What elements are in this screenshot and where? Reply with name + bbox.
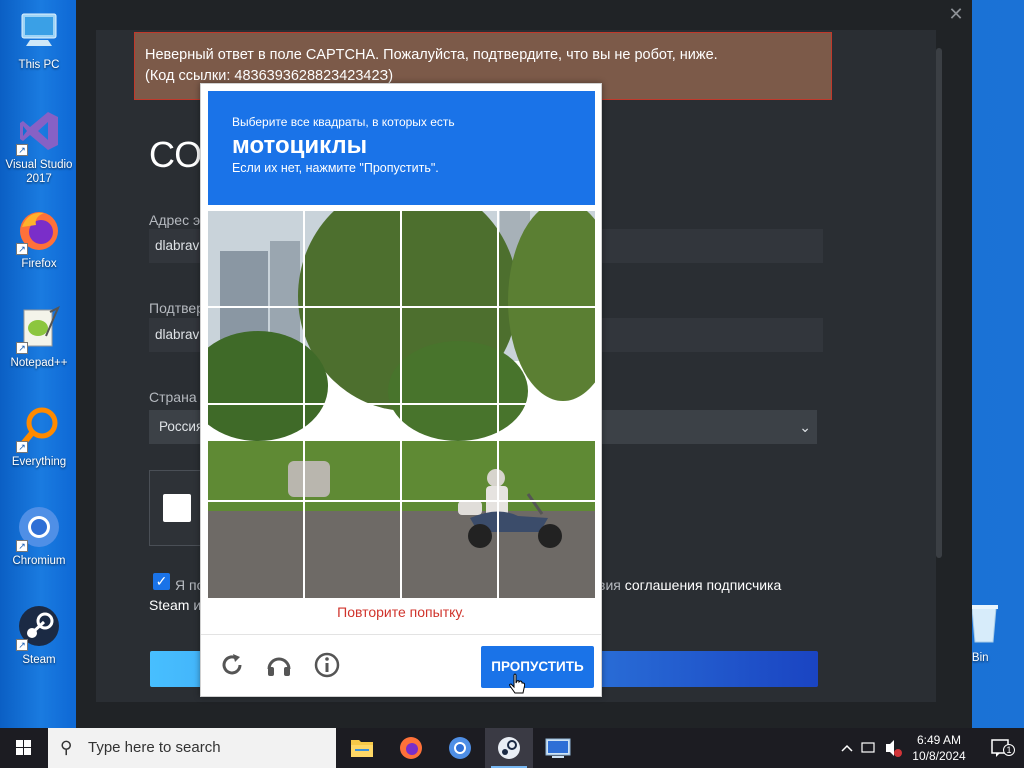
taskbar: ⚲ Type here to search 6:49 AM 10/8/2024 … [0,728,1024,768]
desktop-icon-visual-studio[interactable]: ↗ Visual Studio 2017 [1,108,77,186]
captcha-tile[interactable] [402,502,498,598]
headphones-icon[interactable] [265,651,293,679]
chevron-down-icon: ⌄ [799,419,811,435]
windows-logo-icon [16,740,31,755]
notification-count: 1 [1003,744,1015,756]
clock-time: 6:49 AM [916,733,962,747]
country-label: Страна [149,389,197,405]
desktop-icon-this-pc[interactable]: This PC [1,8,77,72]
captcha-tile[interactable] [499,211,595,307]
chromium-icon: ↗ [16,504,62,552]
remote-desktop-icon[interactable] [534,728,582,768]
captcha-instruction-text: Выберите все квадраты, в которых есть [232,115,455,129]
country-value: Россия [159,419,204,434]
volume-icon [886,740,894,756]
desktop-icon-chromium[interactable]: ↗ Chromium [1,504,77,568]
desktop-icon-everything[interactable]: ↗ Everything [1,405,77,469]
clock-date: 10/8/2024 [912,749,966,763]
error-message: Неверный ответ в поле CAPTCHA. Пожалуйст… [145,47,718,63]
captcha-retry-message: Повторите попытку. [337,604,465,620]
steam-link[interactable]: Steam [149,597,189,613]
captcha-tile[interactable] [208,405,304,501]
desktop-icon-steam[interactable]: ↗ Steam [1,603,77,667]
page-title: СО [149,134,203,175]
captcha-footer: ПРОПУСТИТЬ [201,634,601,697]
agreement-text-end: вия соглашения подписчика [598,577,781,593]
computer-icon [16,8,62,54]
hand-cursor-icon [509,673,526,697]
captcha-tile[interactable] [499,405,595,501]
subscriber-agreement-link[interactable]: соглашения подписчика [625,577,782,593]
desktop-icon-label: Notepad++ [10,357,68,369]
recaptcha-challenge: Выберите все квадраты, в которых есть мо… [200,83,602,697]
taskbar-clock[interactable]: 6:49 AM 10/8/2024 [904,732,974,764]
captcha-tile[interactable] [208,502,304,598]
info-icon[interactable] [313,651,341,679]
recaptcha-checkbox[interactable] [163,494,191,522]
confirm-email-label: Подтвер [149,300,204,316]
email-label: Адрес э [149,212,201,228]
firefox-icon[interactable] [387,728,435,768]
agreement-checkbox[interactable]: ✓ [153,573,170,590]
captcha-tile[interactable] [305,405,401,501]
file-explorer-icon[interactable] [338,728,386,768]
agreement-text-line2: Steam и [149,597,201,613]
everything-search-icon: ↗ [16,405,62,453]
steam-icon: ↗ [16,603,62,651]
captcha-tile[interactable] [208,211,304,307]
system-tray [836,728,904,768]
captcha-tile[interactable] [402,405,498,501]
captcha-tile[interactable] [305,211,401,307]
desktop-icon-label: Steam [22,654,56,666]
notification-center-icon[interactable]: 1 [980,728,1024,768]
start-button[interactable] [0,728,48,768]
scrollbar[interactable] [936,48,942,558]
captcha-tile[interactable] [402,211,498,307]
close-icon[interactable]: ✕ [946,4,966,24]
skip-button[interactable]: ПРОПУСТИТЬ [481,646,594,688]
search-placeholder: Type here to search [88,739,221,756]
desktop-icon-notepadpp[interactable]: ↗ Notepad++ [1,305,77,370]
desktop-icon-label: Visual Studio 2017 [5,159,73,185]
captcha-target-word: мотоциклы [232,132,368,159]
captcha-tile[interactable] [402,308,498,404]
chevron-up-icon [841,744,853,752]
taskbar-search-box[interactable]: ⚲ Type here to search [48,728,336,768]
captcha-skip-hint: Если их нет, нажмите "Пропустить". [232,161,439,175]
captcha-image-grid [208,211,595,598]
network-icon [861,742,875,753]
chromium-icon[interactable] [436,728,484,768]
firefox-icon: ↗ [16,207,62,255]
captcha-tile[interactable] [305,502,401,598]
captcha-tile[interactable] [305,308,401,404]
captcha-tile[interactable] [499,308,595,404]
desktop-icon-label: This PC [18,59,60,71]
desktop-icon-label: Everything [11,456,67,468]
notepadpp-icon: ↗ [16,305,62,354]
search-icon: ⚲ [60,738,73,757]
desktop-icon-label: Chromium [12,555,66,567]
captcha-tile[interactable] [499,502,595,598]
captcha-instructions: Выберите все квадраты, в которых есть мо… [208,91,595,205]
visual-studio-icon: ↗ [16,108,62,156]
captcha-tile[interactable] [208,308,304,404]
desktop-icon-label: Firefox [21,258,57,270]
steam-icon[interactable] [485,728,533,768]
desktop-icon-firefox[interactable]: ↗ Firefox [1,207,77,271]
reload-icon[interactable] [218,651,246,679]
